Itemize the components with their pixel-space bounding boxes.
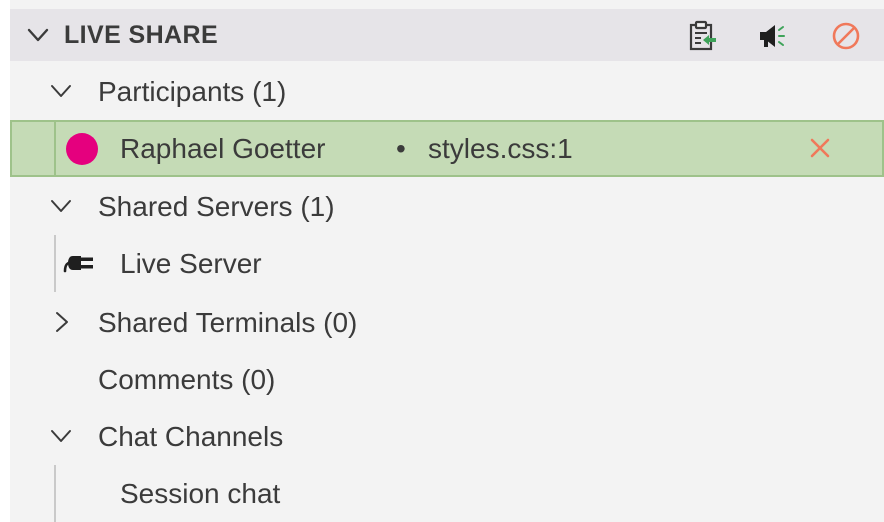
comments-label: Comments (0): [98, 364, 276, 395]
plug-icon: [63, 256, 93, 273]
shared-servers-section[interactable]: Shared Servers (1): [10, 178, 884, 235]
stop-sharing-icon[interactable]: [830, 20, 862, 52]
chevron-right-icon[interactable]: [48, 309, 74, 335]
shared-terminals-label: Shared Terminals (0): [98, 307, 358, 338]
chat-channels-section[interactable]: Chat Channels: [10, 408, 884, 465]
chevron-down-icon[interactable]: [48, 423, 74, 449]
close-icon[interactable]: [808, 136, 832, 160]
participant-separator: •: [396, 133, 406, 164]
live-share-header[interactable]: LIVE SHARE: [10, 9, 884, 61]
chevron-down-icon[interactable]: [48, 78, 74, 104]
participants-section[interactable]: Participants (1): [10, 63, 884, 120]
megaphone-icon[interactable]: [756, 20, 788, 52]
chevron-down-icon[interactable]: [48, 193, 74, 219]
tree-indent-guide: [54, 465, 56, 522]
live-server-label: Live Server: [120, 248, 262, 279]
participant-color-dot: [66, 133, 98, 165]
shared-terminals-section[interactable]: Shared Terminals (0): [10, 294, 884, 351]
live-server-item[interactable]: Live Server: [10, 235, 884, 292]
chat-channels-label: Chat Channels: [98, 421, 284, 452]
session-chat-label: Session chat: [120, 478, 281, 509]
tree-indent-guide: [54, 235, 56, 292]
shared-servers-label: Shared Servers (1): [98, 191, 335, 222]
live-share-panel: LIVE SHARE Participants (1) Raphael Goet…: [10, 0, 884, 522]
session-chat-item[interactable]: Session chat: [10, 465, 884, 522]
participant-location: styles.css:1: [428, 133, 573, 164]
comments-section[interactable]: Comments (0): [10, 351, 884, 408]
clipboard-export-icon[interactable]: [686, 20, 718, 52]
participant-name: Raphael Goetter: [120, 133, 326, 164]
collapse-chevron-icon[interactable]: [24, 21, 52, 49]
participant-row[interactable]: Raphael Goetter • styles.css:1: [10, 120, 884, 177]
panel-title: LIVE SHARE: [64, 21, 219, 49]
participants-label: Participants (1): [98, 76, 287, 107]
tree-indent-guide: [54, 120, 56, 177]
